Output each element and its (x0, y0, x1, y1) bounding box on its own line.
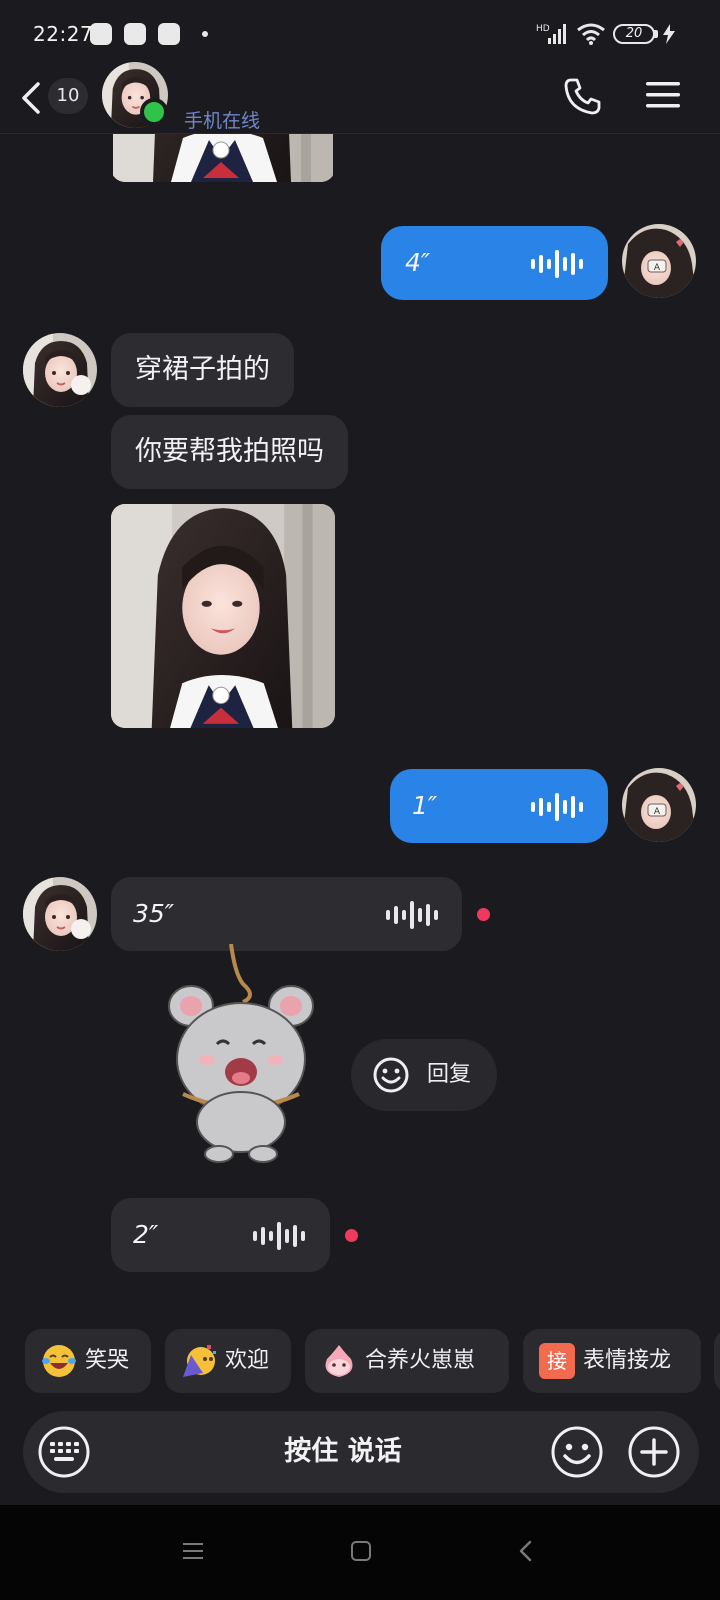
text-message[interactable]: 你要帮我拍照吗 (111, 415, 348, 489)
reply-label: 回复 (427, 1062, 472, 1087)
status-bar: 22:27 HD 20 (0, 0, 720, 68)
recents-icon[interactable] (182, 1541, 204, 1561)
voice-message-outgoing[interactable]: 4″ (381, 226, 608, 300)
app-notification-icon (90, 23, 112, 45)
party-emoji-icon (183, 1345, 216, 1377)
svg-text:HD: HD (536, 24, 550, 34)
online-indicator-icon (140, 98, 168, 126)
emoji-icon[interactable] (550, 1425, 604, 1479)
voice-duration: 2″ (133, 1220, 159, 1249)
hold-to-talk-button[interactable]: 按住 说话 (243, 1411, 443, 1493)
voice-wave-icon (531, 793, 583, 821)
app-icon (158, 23, 180, 45)
quick-reply-label: 表情接龙 (583, 1348, 672, 1373)
image-message[interactable] (111, 134, 335, 182)
more-notifications-icon (202, 31, 208, 37)
voice-wave-icon (386, 901, 438, 929)
quick-reply-label: 欢迎 (225, 1348, 270, 1373)
quick-reply-bar[interactable]: 笑哭 欢迎 合养火崽崽 接 表情接龙 (0, 1329, 720, 1395)
wechat-icon (124, 23, 146, 45)
voice-wave-icon (531, 250, 583, 278)
keyboard-icon[interactable] (37, 1425, 91, 1479)
nav-back-icon[interactable] (518, 1539, 534, 1563)
unread-dot (345, 1229, 358, 1242)
message-list[interactable]: 4″ 穿裙子拍的 你要帮我拍照吗 1″ 35″ 回复 2″ (0, 134, 720, 1299)
online-status: 手机在线 (184, 110, 261, 132)
voice-message-incoming[interactable]: 2″ (111, 1198, 330, 1272)
my-avatar[interactable] (622, 768, 696, 842)
hd-signal-icon: HD (536, 24, 566, 44)
quick-reply-chip[interactable]: 欢迎 (165, 1329, 291, 1393)
chat-header: 10 手机在线 (0, 68, 720, 134)
unread-count-badge[interactable]: 10 (48, 78, 88, 114)
system-navigation-bar (0, 1505, 720, 1600)
voice-duration: 4″ (405, 248, 431, 277)
battery-icon: 20 (613, 24, 655, 44)
voice-message-incoming[interactable]: 35″ (111, 877, 462, 951)
contact-avatar[interactable] (23, 333, 97, 407)
call-icon[interactable] (562, 76, 602, 116)
quick-reply-label: 笑哭 (85, 1348, 130, 1373)
voice-duration: 35″ (133, 899, 175, 928)
plus-icon[interactable] (627, 1425, 681, 1479)
jie-badge-icon: 接 (539, 1343, 575, 1379)
image-message[interactable] (111, 504, 335, 728)
smile-icon (373, 1057, 409, 1093)
wifi-icon (577, 23, 605, 45)
quick-reply-chip[interactable]: 合养火崽崽 (305, 1329, 509, 1393)
quick-reply-chip[interactable]: 笑哭 (25, 1329, 151, 1393)
fire-pet-icon (325, 1345, 353, 1377)
voice-wave-icon (253, 1222, 305, 1250)
voice-message-outgoing[interactable]: 1″ (390, 769, 608, 843)
laugh-cry-emoji-icon (42, 1345, 76, 1377)
quick-reply-label: 合养火崽崽 (365, 1348, 476, 1373)
unread-dot (477, 908, 490, 921)
home-icon[interactable] (350, 1540, 372, 1562)
status-time: 22:27 (33, 22, 94, 46)
text-message[interactable]: 穿裙子拍的 (111, 333, 294, 407)
my-avatar[interactable] (622, 224, 696, 298)
reply-button[interactable]: 回复 (351, 1039, 497, 1111)
mouse-sticker[interactable] (161, 944, 321, 1164)
voice-duration: 1″ (412, 791, 438, 820)
quick-reply-chip[interactable]: 接 表情接龙 (523, 1329, 701, 1393)
contact-avatar[interactable] (23, 877, 97, 951)
battery-tip (654, 30, 658, 38)
input-bar: 按住 说话 (23, 1411, 699, 1493)
menu-icon[interactable] (644, 78, 682, 112)
charging-icon (663, 24, 675, 44)
back-icon[interactable] (16, 78, 46, 118)
quick-reply-chip[interactable] (714, 1329, 720, 1393)
